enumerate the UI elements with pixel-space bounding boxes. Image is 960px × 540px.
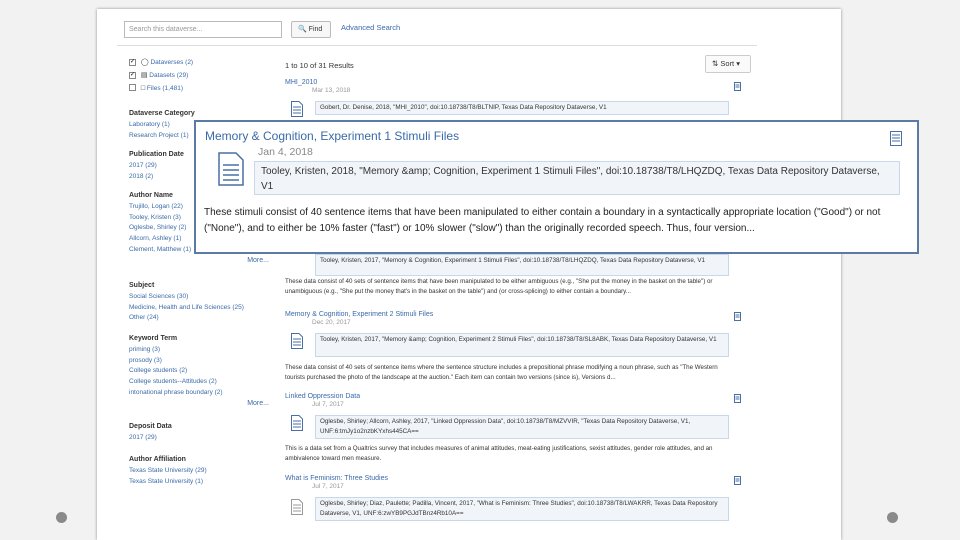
dataset-icon	[734, 312, 741, 321]
results-count: 1 to 10 of 31 Results	[285, 61, 354, 70]
zoomed-result-card: Memory & Cognition, Experiment 1 Stimuli…	[194, 120, 919, 254]
facet-subject: Subject Social Sciences (30) Medicine, H…	[129, 281, 269, 324]
document-thumbnail-icon	[291, 499, 303, 515]
facet-author-affiliation: Author Affiliation Texas State Universit…	[129, 455, 257, 487]
facet-title: Deposit Data	[129, 423, 172, 430]
sort-icon: ⇅	[712, 59, 719, 68]
sort-label: Sort	[720, 59, 735, 68]
result-citation: Tooley, Kristen, 2017, "Memory & Cogniti…	[315, 254, 729, 276]
result-citation: Oglesbe, Shirley; Diaz, Paulette; Padill…	[315, 497, 729, 521]
result-citation: Gobert, Dr. Denise, 2018, "MHI_2010", do…	[315, 101, 729, 115]
result-citation: Tooley, Kristen, 2017, "Memory &amp; Cog…	[315, 333, 729, 357]
facet-item[interactable]: College students--Attitudes (2)	[129, 377, 269, 388]
facet-item[interactable]: 2017 (29)	[129, 433, 257, 444]
facet-item[interactable]: priming (3)	[129, 345, 269, 356]
result-title[interactable]: MHI_2010	[285, 79, 745, 86]
result-item: MHI_2010 Mar 13, 2018 Gobert, Dr. Denise…	[285, 79, 745, 119]
filter-dataverses-label: Dataverses (2)	[150, 59, 194, 66]
result-title[interactable]: Linked Oppression Data	[285, 393, 745, 400]
more-link[interactable]: More...	[129, 256, 269, 267]
dataset-icon	[734, 82, 741, 91]
facet-title: Subject	[129, 282, 155, 289]
result-item: Linked Oppression Data Jul 7, 2017 Ogles…	[285, 393, 745, 473]
dataset-icon	[890, 131, 902, 146]
zoomed-result-date: Jan 4, 2018	[258, 146, 313, 158]
facet-item[interactable]: Texas State University (29)	[129, 466, 257, 477]
filter-dataverses[interactable]: ✓ ◯ Dataverses (2)	[129, 58, 269, 69]
result-description: These data consist of 40 sets of sentenc…	[285, 278, 713, 295]
more-link[interactable]: More...	[129, 399, 269, 410]
checkbox-datasets[interactable]: ✓	[129, 71, 136, 79]
result-title[interactable]: Memory & Cognition, Experiment 2 Stimuli…	[285, 311, 745, 318]
document-icon	[291, 415, 303, 431]
divider	[117, 45, 757, 46]
facet-item[interactable]: prosody (3)	[129, 356, 269, 367]
document-icon	[291, 101, 303, 117]
result-date: Jul 7, 2017	[312, 483, 344, 490]
result-item: What is Feminism: Three Studies Jul 7, 2…	[285, 475, 745, 535]
dataset-icon: ▤	[140, 71, 148, 79]
facet-title: Dataverse Category	[129, 110, 195, 117]
facet-keyword-term: Keyword Term priming (3) prosody (3) Col…	[129, 334, 269, 410]
result-date: Jul 7, 2017	[312, 401, 344, 408]
dataverse-icon: ◯	[140, 59, 149, 66]
result-citation: Oglesbe, Shirley; Allcorn, Ashley, 2017,…	[315, 415, 729, 439]
facet-item[interactable]: Texas State University (1)	[129, 477, 257, 488]
checkbox-dataverses[interactable]: ✓	[129, 58, 136, 66]
result-date: Mar 13, 2018	[312, 87, 351, 94]
filter-files[interactable]: □ Files (1,481)	[129, 84, 269, 95]
search-icon: 🔍	[298, 26, 307, 33]
slide-dot-right	[887, 512, 898, 523]
dataset-icon	[734, 394, 741, 403]
dataset-icon	[734, 476, 741, 485]
find-label: Find	[308, 26, 323, 33]
document-icon	[291, 333, 303, 349]
document-icon	[218, 152, 244, 186]
find-button[interactable]: 🔍 Find	[291, 21, 331, 38]
facet-item[interactable]: Medicine, Health and Life Sciences (25)	[129, 303, 269, 314]
zoomed-result-citation: Tooley, Kristen, 2018, "Memory &amp; Cog…	[254, 161, 900, 195]
facet-title: Keyword Term	[129, 335, 178, 342]
result-description: These data consist of 40 sets of sentenc…	[285, 364, 718, 381]
filter-datasets-label: Datasets (29)	[149, 71, 189, 79]
result-item: Memory & Cognition, Experiment 2 Stimuli…	[285, 311, 745, 391]
facet-item[interactable]: College students (2)	[129, 366, 269, 377]
result-item: Tooley, Kristen, 2017, "Memory & Cogniti…	[285, 254, 745, 304]
facet-item[interactable]: Social Sciences (30)	[129, 292, 269, 303]
facet-item[interactable]: intonational phrase boundary (2)	[129, 388, 269, 399]
search-input[interactable]: Search this dataverse...	[124, 21, 282, 38]
type-filters: ✓ ◯ Dataverses (2) ✓ ▤ Datasets (29) □ F…	[129, 58, 269, 94]
result-description: This is a data set from a Qualtrics surv…	[285, 445, 713, 462]
filter-files-label: Files (1,481)	[146, 84, 183, 92]
zoomed-result-title[interactable]: Memory & Cognition, Experiment 1 Stimuli…	[205, 129, 459, 143]
result-title[interactable]: What is Feminism: Three Studies	[285, 475, 745, 482]
advanced-search-link[interactable]: Advanced Search	[341, 23, 400, 32]
browser-page: Search this dataverse... 🔍 Find Advanced…	[97, 9, 841, 540]
caret-down-icon: ▾	[736, 59, 741, 68]
zoomed-result-description: These stimuli consist of 40 sentence ite…	[204, 207, 881, 234]
sort-button[interactable]: ⇅ Sort ▾	[705, 55, 751, 73]
facet-deposit-date: Deposit Data 2017 (29)	[129, 422, 257, 444]
slide-dot-left	[56, 512, 67, 523]
checkbox-files[interactable]	[129, 84, 136, 92]
result-date: Dec 20, 2017	[312, 319, 351, 326]
facet-item[interactable]: Other (24)	[129, 313, 269, 324]
filter-datasets[interactable]: ✓ ▤ Datasets (29)	[129, 71, 269, 82]
file-icon: □	[140, 84, 146, 92]
facet-title: Author Affiliation	[129, 456, 186, 463]
